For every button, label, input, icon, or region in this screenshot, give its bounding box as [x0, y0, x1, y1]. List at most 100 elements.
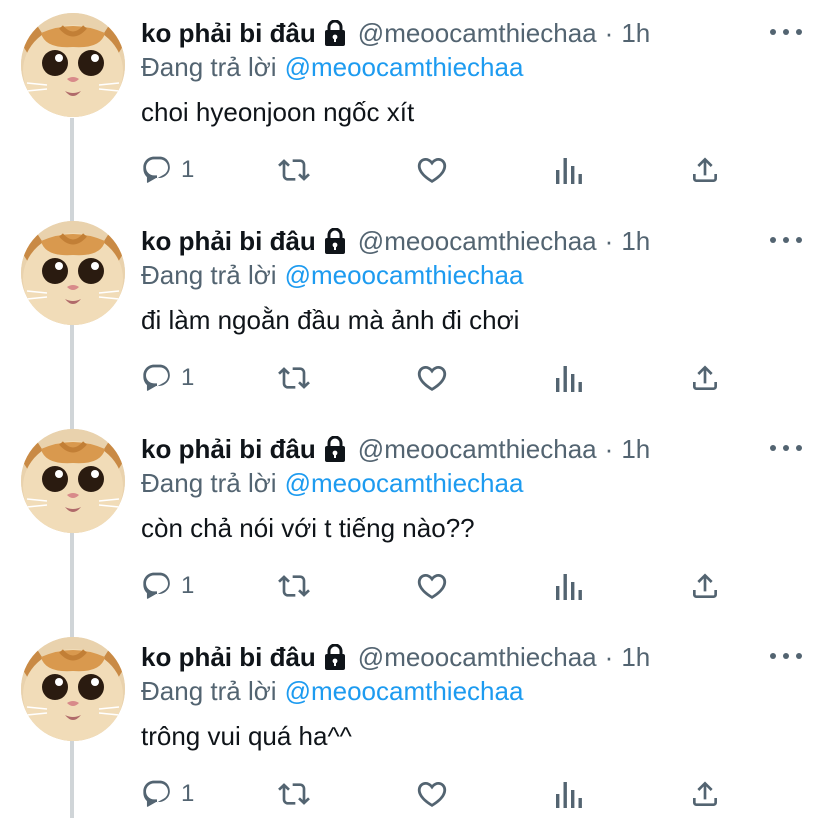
- share-icon: [689, 570, 721, 602]
- analytics-icon: [555, 154, 585, 186]
- separator-dot: ·: [604, 18, 614, 48]
- reply-icon: [141, 154, 173, 186]
- tweet[interactable]: ko phải bi đâu @meoocamthiechaa · 1h Đan…: [0, 624, 828, 832]
- timestamp[interactable]: 1h: [621, 640, 650, 674]
- more-options-icon[interactable]: [770, 230, 802, 250]
- tweet[interactable]: ko phải bi đâu @meoocamthiechaa · 1h Đan…: [0, 0, 828, 208]
- reply-icon: [141, 778, 173, 810]
- tweet-header: ko phải bi đâu @meoocamthiechaa · 1h: [141, 16, 650, 50]
- like-button[interactable]: [415, 358, 449, 398]
- display-name[interactable]: ko phải bi đâu: [141, 224, 316, 258]
- mention-link[interactable]: @meoocamthiechaa: [285, 260, 524, 290]
- timestamp[interactable]: 1h: [621, 432, 650, 466]
- user-handle[interactable]: @meoocamthiechaa: [358, 16, 597, 50]
- replying-to: Đang trả lời @meoocamthiechaa: [141, 466, 523, 500]
- display-name[interactable]: ko phải bi đâu: [141, 640, 316, 674]
- analytics-icon: [555, 570, 585, 602]
- tweet[interactable]: ko phải bi đâu @meoocamthiechaa · 1h Đan…: [0, 208, 828, 416]
- tweet-text: đi làm ngoằn đầu mà ảnh đi chơi: [141, 305, 520, 335]
- share-button[interactable]: [689, 774, 721, 814]
- heart-icon: [415, 777, 449, 811]
- more-options-icon[interactable]: [770, 438, 802, 458]
- tweet-actions: 1: [141, 358, 741, 398]
- tweet-text: trông vui quá ha^^: [141, 721, 352, 751]
- timestamp[interactable]: 1h: [621, 16, 650, 50]
- retweet-button[interactable]: [275, 774, 313, 814]
- like-button[interactable]: [415, 150, 449, 190]
- analytics-button[interactable]: [555, 566, 585, 606]
- share-icon: [689, 154, 721, 186]
- replying-to: Đang trả lời @meoocamthiechaa: [141, 258, 523, 292]
- replying-to: Đang trả lời @meoocamthiechaa: [141, 50, 523, 84]
- reply-count: 1: [181, 780, 195, 807]
- like-button[interactable]: [415, 566, 449, 606]
- user-handle[interactable]: @meoocamthiechaa: [358, 432, 597, 466]
- share-button[interactable]: [689, 566, 721, 606]
- replying-label: Đang trả lời: [141, 260, 277, 290]
- more-options-icon[interactable]: [770, 22, 802, 42]
- replying-to: Đang trả lời @meoocamthiechaa: [141, 674, 523, 708]
- reply-button[interactable]: 1: [141, 566, 194, 606]
- tweet-header: ko phải bi đâu @meoocamthiechaa · 1h: [141, 224, 650, 258]
- tweet-header: ko phải bi đâu @meoocamthiechaa · 1h: [141, 640, 650, 674]
- tweet-header: ko phải bi đâu @meoocamthiechaa · 1h: [141, 432, 650, 466]
- share-button[interactable]: [689, 150, 721, 190]
- lock-icon: [323, 643, 347, 670]
- tweet-actions: 1: [141, 566, 741, 606]
- separator-dot: ·: [604, 226, 614, 256]
- analytics-icon: [555, 362, 585, 394]
- tweet[interactable]: ko phải bi đâu @meoocamthiechaa · 1h Đan…: [0, 416, 828, 624]
- lock-icon: [323, 435, 347, 462]
- analytics-button[interactable]: [555, 358, 585, 398]
- tweet-text: còn chả nói với t tiếng nào??: [141, 513, 475, 543]
- more-options-icon[interactable]: [770, 646, 802, 666]
- avatar[interactable]: [21, 429, 125, 533]
- analytics-button[interactable]: [555, 774, 585, 814]
- retweet-icon: [275, 362, 313, 394]
- lock-icon: [323, 19, 347, 46]
- tweet-actions: 1: [141, 774, 741, 814]
- replying-label: Đang trả lời: [141, 468, 277, 498]
- separator-dot: ·: [604, 642, 614, 672]
- share-icon: [689, 362, 721, 394]
- replying-label: Đang trả lời: [141, 676, 277, 706]
- reply-icon: [141, 362, 173, 394]
- analytics-button[interactable]: [555, 150, 585, 190]
- retweet-icon: [275, 778, 313, 810]
- mention-link[interactable]: @meoocamthiechaa: [285, 676, 524, 706]
- heart-icon: [415, 153, 449, 187]
- display-name[interactable]: ko phải bi đâu: [141, 16, 316, 50]
- reply-count: 1: [181, 156, 195, 183]
- retweet-icon: [275, 570, 313, 602]
- analytics-icon: [555, 778, 585, 810]
- reply-button[interactable]: 1: [141, 774, 194, 814]
- share-icon: [689, 778, 721, 810]
- retweet-icon: [275, 154, 313, 186]
- heart-icon: [415, 361, 449, 395]
- reply-count: 1: [181, 572, 195, 599]
- timestamp[interactable]: 1h: [621, 224, 650, 258]
- separator-dot: ·: [604, 434, 614, 464]
- mention-link[interactable]: @meoocamthiechaa: [285, 468, 524, 498]
- share-button[interactable]: [689, 358, 721, 398]
- retweet-button[interactable]: [275, 150, 313, 190]
- heart-icon: [415, 569, 449, 603]
- user-handle[interactable]: @meoocamthiechaa: [358, 640, 597, 674]
- reply-button[interactable]: 1: [141, 150, 194, 190]
- avatar[interactable]: [21, 221, 125, 325]
- avatar[interactable]: [21, 13, 125, 117]
- mention-link[interactable]: @meoocamthiechaa: [285, 52, 524, 82]
- replying-label: Đang trả lời: [141, 52, 277, 82]
- tweet-actions: 1: [141, 150, 741, 190]
- retweet-button[interactable]: [275, 358, 313, 398]
- tweet-text: choi hyeonjoon ngốc xít: [141, 97, 415, 127]
- like-button[interactable]: [415, 774, 449, 814]
- avatar[interactable]: [21, 637, 125, 741]
- reply-button[interactable]: 1: [141, 358, 194, 398]
- reply-count: 1: [181, 364, 195, 391]
- user-handle[interactable]: @meoocamthiechaa: [358, 224, 597, 258]
- lock-icon: [323, 227, 347, 254]
- display-name[interactable]: ko phải bi đâu: [141, 432, 316, 466]
- retweet-button[interactable]: [275, 566, 313, 606]
- reply-icon: [141, 570, 173, 602]
